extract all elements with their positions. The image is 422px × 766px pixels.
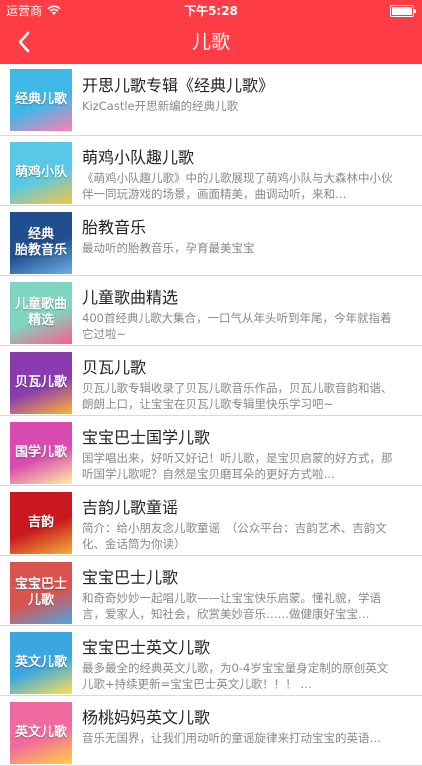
- list-item[interactable]: 经典 胎教音乐 胎教音乐最动听的胎教音乐，孕育最美宝宝: [0, 206, 422, 276]
- album-cover-label: 宝宝巴士 儿歌: [14, 577, 67, 608]
- album-cover-image: 经典 胎教音乐: [10, 212, 72, 274]
- list-item[interactable]: 国学儿歌 宝宝巴士国学儿歌国学唱出来，好听又好记！听儿歌，是宝贝启蒙的好方式，那听…: [0, 416, 422, 486]
- album-title: 儿童歌曲精选: [82, 288, 179, 307]
- page-title: 儿歌: [191, 31, 230, 53]
- album-title: 胎教音乐: [82, 218, 147, 237]
- app-header: 运营商 下午5:28 儿歌: [0, 0, 422, 64]
- album-cover-label: 儿童歌曲 精选: [14, 297, 67, 328]
- list-item[interactable]: 英文儿歌 杨桃妈妈英文儿歌音乐无国界，让我们用动听的童谣旋律来打动宝宝的英语…: [0, 696, 422, 766]
- album-cover-image: 国学儿歌: [10, 422, 72, 484]
- album-description: 400首经典儿歌大集合，一口气从年头听到年尾，今年就指着它过啦~: [82, 311, 392, 341]
- album-title: 开思儿歌专辑《经典儿歌》: [82, 76, 275, 95]
- chevron-left-icon: [18, 31, 30, 53]
- album-cover-label: 英文儿歌: [14, 655, 67, 670]
- album-cover-label: 吉韵: [27, 515, 54, 530]
- album-cover-image: 英文儿歌: [10, 702, 72, 764]
- album-description: 国学唱出来，好听又好记！听儿歌，是宝贝启蒙的好方式，那听国学儿歌呢？自然是宝贝磨…: [82, 451, 393, 481]
- battery-icon: [390, 5, 416, 17]
- status-bar: 运营商 下午5:28: [0, 0, 422, 20]
- album-description: 《萌鸡小队趣儿歌》中的儿歌展现了萌鸡小队与大森林中小伙伴一同玩游戏的场景，画面精…: [82, 171, 393, 201]
- nav-bar: 儿歌: [0, 20, 422, 64]
- album-cover-image: 吉韵: [10, 492, 72, 554]
- album-cover-image: 儿童歌曲 精选: [10, 282, 72, 344]
- album-description: 音乐无国界，让我们用动听的童谣旋律来打动宝宝的英语…: [82, 731, 381, 745]
- album-cover-image: 贝瓦儿歌: [10, 352, 72, 414]
- album-title: 贝瓦儿歌: [82, 358, 147, 377]
- album-cover-image: 萌鸡小队: [10, 142, 72, 204]
- album-cover-label: 萌鸡小队: [14, 165, 67, 180]
- album-cover-image: 英文儿歌: [10, 632, 72, 694]
- song-album-list: 经典儿歌 开思儿歌专辑《经典儿歌》 KizCastle开思新编的经典儿歌萌鸡小队 萌鸡…: [0, 64, 422, 766]
- album-cover-image: 经典儿歌: [10, 69, 72, 131]
- album-cover-label: 贝瓦儿歌: [14, 375, 67, 390]
- list-item[interactable]: 吉韵 吉韵儿歌童谣简介：给小朋友念儿歌童谣 （公众平台：吉韵艺术、吉韵文化、金话筒…: [0, 486, 422, 556]
- list-item[interactable]: 贝瓦儿歌 贝瓦儿歌 贝瓦儿歌专辑收录了贝瓦儿歌音乐作品，贝瓦儿歌音韵和谐、朗朗上口，…: [0, 346, 422, 416]
- back-button[interactable]: [4, 20, 44, 64]
- list-item[interactable]: 儿童歌曲 精选 儿童歌曲精选 400首经典儿歌大集合，一口气从年头听到年尾，今年就指…: [0, 276, 422, 346]
- album-title: 宝宝巴士国学儿歌: [82, 428, 211, 447]
- album-cover-label: 经典 胎教音乐: [14, 227, 67, 258]
- list-item[interactable]: 宝宝巴士 儿歌 宝宝巴士儿歌和奇奇妙妙一起唱儿歌——让宝宝快乐启蒙。懂礼貌，学语言…: [0, 556, 422, 626]
- album-title: 杨桃妈妈英文儿歌: [82, 708, 211, 727]
- list-item[interactable]: 经典儿歌 开思儿歌专辑《经典儿歌》 KizCastle开思新编的经典儿歌: [0, 64, 422, 136]
- album-description: 最动听的胎教音乐，孕育最美宝宝: [82, 241, 255, 255]
- album-cover-image: 宝宝巴士 儿歌: [10, 562, 72, 624]
- album-cover-label: 英文儿歌: [14, 725, 67, 740]
- album-title: 宝宝巴士儿歌: [82, 568, 179, 587]
- album-cover-label: 国学儿歌: [14, 445, 67, 460]
- list-item[interactable]: 萌鸡小队 萌鸡小队趣儿歌《萌鸡小队趣儿歌》中的儿歌展现了萌鸡小队与大森林中小伙伴一…: [0, 136, 422, 206]
- list-item[interactable]: 英文儿歌 宝宝巴士英文儿歌最多最全的经典英文儿歌，为0-4岁宝宝量身定制的原创英文…: [0, 626, 422, 696]
- album-description: 最多最全的经典英文儿歌，为0-4岁宝宝量身定制的原创英文儿歌+持续更新=宝宝巴士…: [82, 661, 389, 691]
- album-description: 简介：给小朋友念儿歌童谣 （公众平台：吉韵艺术、吉韵文化、金话筒为你读）: [82, 521, 387, 551]
- album-title: 萌鸡小队趣儿歌: [82, 148, 195, 167]
- album-description: 贝瓦儿歌专辑收录了贝瓦儿歌音乐作品，贝瓦儿歌音韵和谐、朗朗上口，让宝宝在贝瓦儿歌…: [82, 381, 393, 411]
- album-title: 宝宝巴士英文儿歌: [82, 638, 211, 657]
- album-description: 和奇奇妙妙一起唱儿歌——让宝宝快乐启蒙。懂礼貌，学语言，爱家人，知社会，欣赏美妙…: [82, 591, 381, 621]
- album-title: 吉韵儿歌童谣: [82, 498, 179, 517]
- status-time: 下午5:28: [184, 4, 238, 18]
- album-cover-label: 经典儿歌: [14, 92, 67, 107]
- album-description: KizCastle开思新编的经典儿歌: [82, 99, 239, 113]
